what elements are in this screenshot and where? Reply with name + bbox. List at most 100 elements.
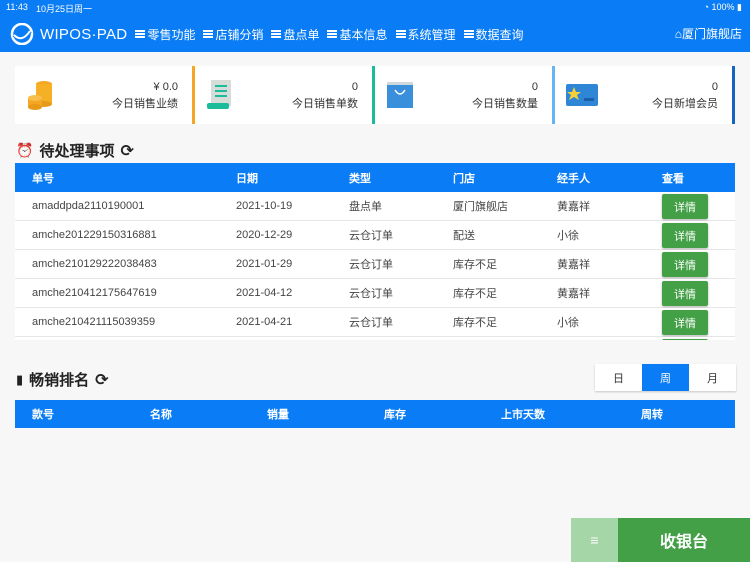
table-row: amche210129222038483 2021-01-29 云仓订单 库存不足 黄嘉… xyxy=(15,250,735,279)
card-order-count: 0 今日销售单数 xyxy=(195,66,375,124)
table-cell: 云仓订单 xyxy=(349,317,393,329)
menu-icon xyxy=(395,30,406,38)
card-label: 今日销售数量 xyxy=(472,98,538,110)
header-cell: 门店 xyxy=(453,172,475,185)
table-cell: amche201229150316881 xyxy=(32,229,157,241)
menu-label: 数据查询 xyxy=(475,27,524,42)
period-week[interactable]: 周 xyxy=(642,364,689,391)
table-cell: 云仓订单 xyxy=(349,230,393,242)
menu-basic-info[interactable]: 基本信息 xyxy=(327,26,388,43)
menu-retail[interactable]: 零售功能 xyxy=(135,26,195,43)
table-cell: 盘点单 xyxy=(349,201,382,213)
receipt-icon xyxy=(207,80,231,109)
status-battery: ◔ 100% ▮ xyxy=(703,2,742,12)
pending-table-header: 单号 日期 类型 门店 经手人 查看 xyxy=(15,163,735,192)
cashier-menu-button[interactable]: ≡ xyxy=(571,518,618,562)
menu-distribution[interactable]: 店铺分销 xyxy=(203,26,263,43)
status-time: 11:43 xyxy=(6,2,28,12)
menu-system[interactable]: 系统管理 xyxy=(395,26,456,43)
ranking-title: 畅销排名 xyxy=(29,372,90,389)
card-value: ¥ 0.0 xyxy=(153,81,178,93)
store-selector[interactable]: ⌂厦门旗舰店 xyxy=(675,25,742,42)
table-cell: 黄嘉祥 xyxy=(557,288,590,300)
brand-name: WIPOS·PAD xyxy=(40,25,128,43)
table-cell: 2020-12-29 xyxy=(236,229,293,241)
table-row-partial xyxy=(15,337,735,340)
menu-icon xyxy=(327,30,338,38)
ranking-section-title: ▮ 畅销排名 ⟳ xyxy=(16,369,109,390)
table-cell: 黄嘉祥 xyxy=(557,201,590,213)
table-cell: 云仓订单 xyxy=(349,259,393,271)
header-cell: 类型 xyxy=(349,172,371,185)
refresh-icon[interactable]: ⟳ xyxy=(95,370,108,390)
detail-button[interactable]: 详情 xyxy=(662,281,708,306)
menu-data-query[interactable]: 数据查询 xyxy=(463,26,524,43)
table-cell: 2021-01-29 xyxy=(236,258,293,270)
menu-icon: ≡ xyxy=(590,532,599,548)
header-cell: 销量 xyxy=(267,409,289,421)
pending-section-title: ⏰ 待处理事项 ⟳ xyxy=(16,140,134,161)
detail-button[interactable]: 详情 xyxy=(662,194,708,219)
period-toggle: 日 周 月 xyxy=(595,364,736,391)
period-day[interactable]: 日 xyxy=(595,364,642,391)
table-cell: 云仓订单 xyxy=(349,288,393,300)
table-cell: 2021-04-12 xyxy=(236,287,293,299)
table-cell: 库存不足 xyxy=(453,259,497,271)
card-value: 0 xyxy=(531,81,538,93)
shopping-bag-icon xyxy=(387,82,413,108)
pending-table: 单号 日期 类型 门店 经手人 查看 amaddpda2110190001 202… xyxy=(15,163,735,340)
table-cell: 小徐 xyxy=(557,230,579,242)
detail-button[interactable] xyxy=(662,339,708,340)
card-item-count: 0 今日销售数量 xyxy=(375,66,555,124)
status-date: 10月25日周一 xyxy=(36,4,93,14)
table-row: amche210421115039359 2021-04-21 云仓订单 库存不足 小徐… xyxy=(15,308,735,337)
menu-label: 盘点单 xyxy=(283,27,320,42)
menu-icon xyxy=(463,30,474,38)
header-cell: 单号 xyxy=(32,172,54,185)
table-cell: amche210421115039359 xyxy=(32,316,156,328)
detail-button[interactable]: 详情 xyxy=(662,310,708,335)
menu-icon xyxy=(135,30,146,38)
logo-icon xyxy=(10,23,34,45)
cashier-button[interactable]: 收银台 xyxy=(618,518,750,562)
card-new-members: 0 今日新增会员 xyxy=(555,66,735,124)
home-icon: ⌂ xyxy=(674,27,682,41)
table-cell: 小徐 xyxy=(557,317,579,329)
summary-cards: ¥ 0.0 今日销售业绩 0 今日销售单数 0 今日销售数量 0 今日新增会员 xyxy=(15,66,735,124)
table-cell: amche210412175647619 xyxy=(32,287,157,299)
menu-inventory[interactable]: 盘点单 xyxy=(271,26,319,43)
battery-level: 100% xyxy=(711,2,735,12)
table-cell: 库存不足 xyxy=(453,317,497,329)
ranking-table-header: 款号 名称 销量 库存 上市天数 周转 xyxy=(15,400,735,428)
card-label: 今日销售单数 xyxy=(292,98,358,110)
header-cell: 上市天数 xyxy=(501,409,545,421)
menu-label: 基本信息 xyxy=(339,27,388,42)
menu-label: 零售功能 xyxy=(147,27,196,42)
menu-icon xyxy=(271,30,282,38)
period-month[interactable]: 月 xyxy=(689,364,736,391)
header-cell: 查看 xyxy=(662,172,684,185)
header-cell: 款号 xyxy=(32,409,54,421)
table-cell: 2021-04-21 xyxy=(236,316,293,328)
store-name: 厦门旗舰店 xyxy=(681,27,742,41)
pending-title: 待处理事项 xyxy=(39,143,115,160)
card-value: 0 xyxy=(711,81,718,93)
table-cell: 配送 xyxy=(453,230,475,242)
detail-button[interactable]: 详情 xyxy=(662,252,708,277)
header-cell: 经手人 xyxy=(557,172,590,185)
refresh-icon[interactable]: ⟳ xyxy=(120,141,133,161)
table-cell: 厦门旗舰店 xyxy=(453,201,508,213)
top-bar: 11:43 10月25日周一 ◔ 100% ▮ WIPOS·PAD 零售功能 店… xyxy=(0,0,750,52)
bar-chart-icon: ▮ xyxy=(16,371,24,387)
detail-button[interactable]: 详情 xyxy=(662,223,708,248)
header-cell: 日期 xyxy=(236,172,258,185)
table-row: amche210412175647619 2021-04-12 云仓订单 库存不足 黄嘉… xyxy=(15,279,735,308)
menu-label: 系统管理 xyxy=(407,27,456,42)
card-label: 今日新增会员 xyxy=(652,98,718,110)
member-card-icon xyxy=(566,84,598,106)
table-cell: 黄嘉祥 xyxy=(557,259,590,271)
header-cell: 周转 xyxy=(641,409,663,421)
menu-icon xyxy=(203,30,214,38)
card-label: 今日销售业绩 xyxy=(112,98,178,110)
table-cell: amche210129222038483 xyxy=(32,258,157,270)
